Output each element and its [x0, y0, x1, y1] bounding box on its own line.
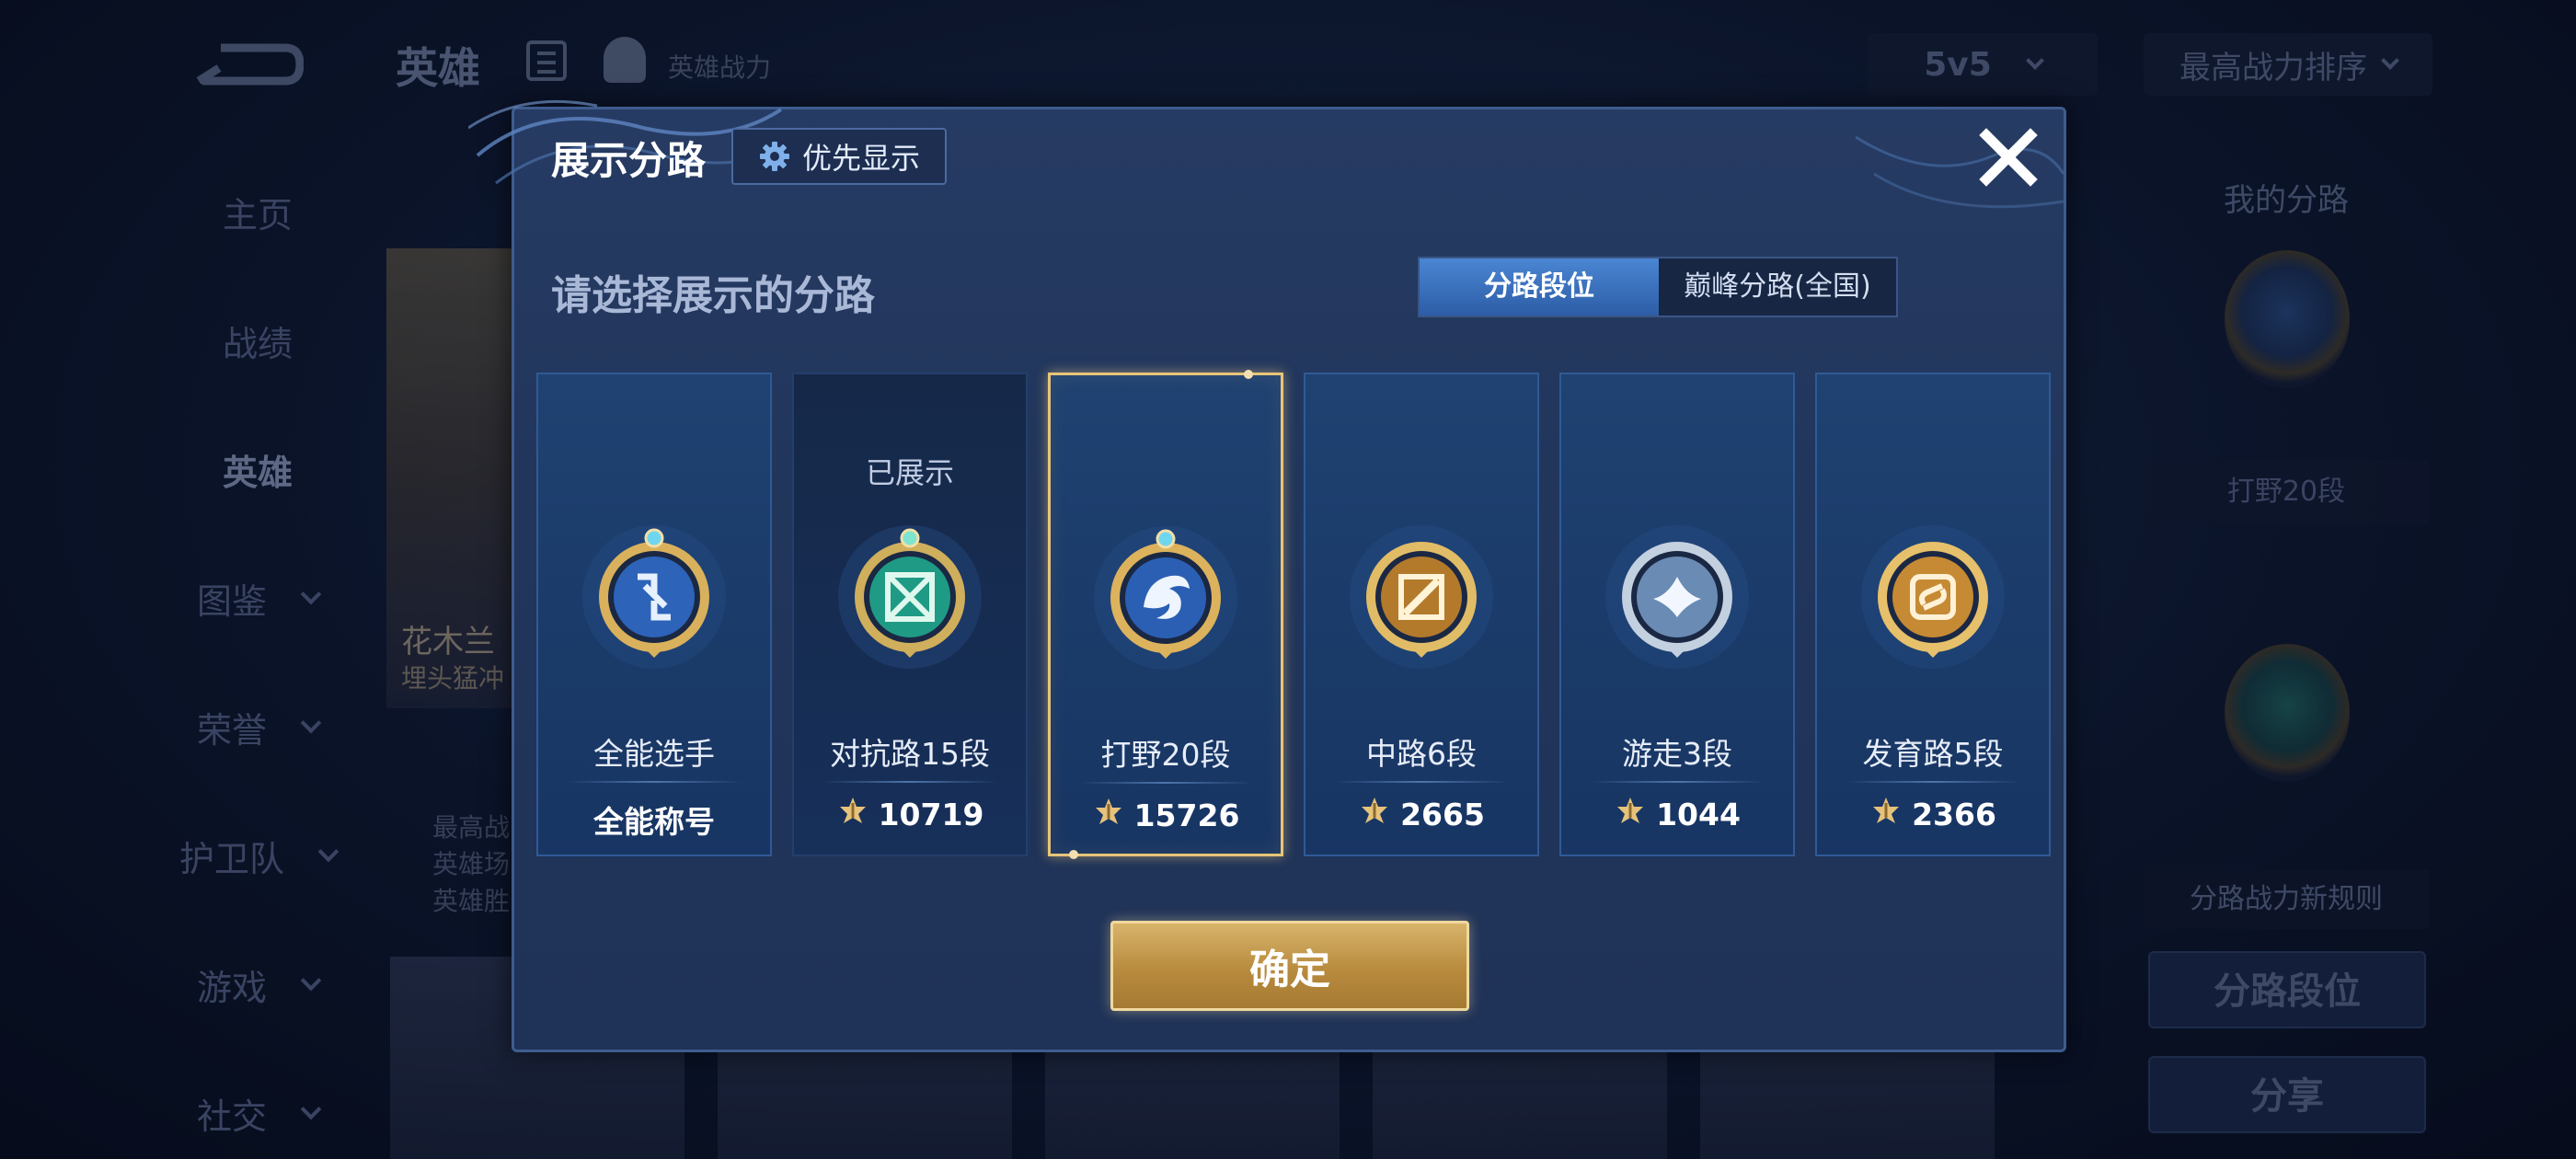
- lane-card-name: 对抗路15段: [830, 736, 990, 772]
- farm-lane-emblem-icon: [1859, 522, 2007, 678]
- lane-card-power-value: 15726: [1133, 797, 1240, 833]
- lane-card[interactable]: 打野20段 15726: [1048, 370, 1283, 859]
- lane-card-name: 全能选手: [593, 736, 715, 772]
- lane-card-power-value: 1044: [1656, 796, 1741, 832]
- lane-card[interactable]: 全能选手 全能称号: [536, 373, 772, 856]
- confirm-button[interactable]: 确定: [1110, 921, 1469, 1011]
- shown-tag: 已展示: [865, 455, 954, 490]
- selection-corner-dot: [1244, 370, 1253, 379]
- lane-card-divider: [1333, 781, 1510, 783]
- dialog-subtitle: 请选择展示的分路: [551, 272, 875, 319]
- lane-card-name: 中路6段: [1366, 736, 1477, 772]
- close-icon[interactable]: [1973, 122, 2043, 192]
- dragon-emblem-icon: [1092, 522, 1239, 679]
- lane-card-name: 发育路5段: [1862, 736, 2004, 772]
- lane-card[interactable]: 发育路5段 2366: [1815, 373, 2051, 856]
- tab-peak-lane-national[interactable]: 巅峰分路(全国): [1659, 258, 1896, 316]
- lane-card[interactable]: 游走3段 1044: [1559, 373, 1795, 856]
- priority-display-label: 优先显示: [801, 141, 920, 176]
- diamond-emblem-icon: [581, 522, 728, 678]
- lane-display-dialog: 展示分路 优先显示 请选择展示的分路 分路段位 巅峰分路(全国) 全能选手全能称…: [468, 99, 2066, 1052]
- tab-lane-rank[interactable]: 分路段位: [1420, 258, 1659, 316]
- priority-display-button[interactable]: 优先显示: [731, 128, 947, 185]
- lane-card[interactable]: 中路6段 2665: [1304, 373, 1539, 856]
- lane-card-power: 2366: [1817, 794, 2049, 834]
- lane-card-divider: [822, 781, 998, 783]
- lane-card-power: 10719: [794, 794, 1026, 834]
- lane-mode-tabs: 分路段位 巅峰分路(全国): [1418, 257, 1898, 317]
- power-icon: [836, 794, 869, 834]
- lane-card-divider: [1845, 781, 2021, 783]
- lane-card-name: 打野20段: [1100, 737, 1231, 773]
- lane-card-title-value: 全能称号: [593, 804, 715, 840]
- lane-card-power-value: 2665: [1400, 796, 1485, 832]
- mid-lane-emblem-icon: [1348, 522, 1495, 678]
- power-icon: [1358, 794, 1391, 834]
- lane-card-power-value: 10719: [878, 796, 984, 832]
- gear-icon: [759, 142, 789, 171]
- lane-card-list: 全能选手全能称号 已展示对抗路15段 10719 打野20段 15726 中路6段 2665…: [536, 370, 2051, 860]
- lane-card-divider: [566, 781, 742, 783]
- lane-card-power: 1044: [1561, 794, 1793, 834]
- lane-card-power: 15726: [1051, 795, 1281, 835]
- power-icon: [1614, 794, 1647, 834]
- lane-card-divider: [1078, 782, 1253, 784]
- power-icon: [1869, 794, 1903, 834]
- lane-card-power-value: 2366: [1912, 796, 1996, 832]
- selection-corner-dot: [1069, 850, 1078, 859]
- lane-card-divider: [1589, 781, 1765, 783]
- dialog-title: 展示分路: [551, 138, 707, 183]
- power-icon: [1092, 795, 1125, 835]
- wings-emblem-icon: [1604, 522, 1751, 678]
- confirm-button-label: 确定: [1249, 947, 1330, 993]
- lane-card-power: 2665: [1305, 794, 1537, 834]
- lane-card-name: 游走3段: [1622, 736, 1732, 772]
- lane-card[interactable]: 已展示对抗路15段 10719: [792, 373, 1028, 856]
- crossed-swords-emblem-icon: [836, 522, 983, 678]
